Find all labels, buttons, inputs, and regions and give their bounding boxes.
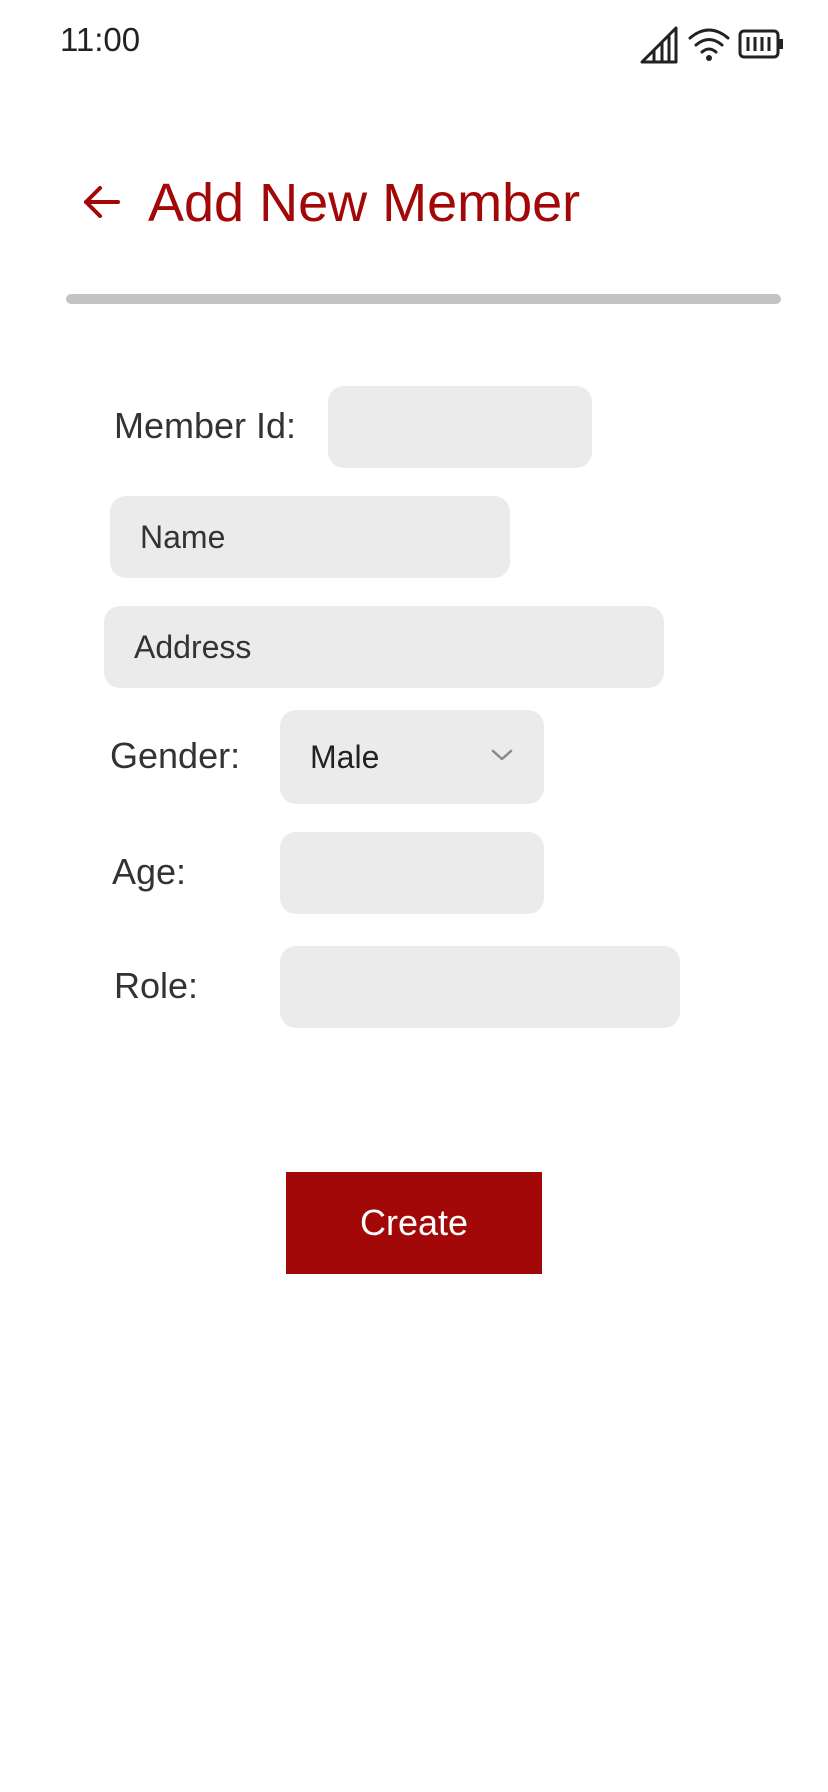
chevron-down-icon	[490, 747, 514, 768]
page-title: Add New Member	[148, 173, 581, 233]
battery-icon	[738, 29, 784, 59]
gender-label: Gender:	[110, 735, 241, 776]
status-time: 11:00	[60, 21, 141, 58]
signal-icon	[640, 24, 680, 64]
age-label: Age:	[112, 851, 187, 892]
gender-select[interactable]: Male	[280, 710, 544, 804]
header-divider	[66, 294, 781, 304]
address-input[interactable]	[104, 606, 664, 688]
age-input[interactable]	[280, 832, 544, 914]
role-label: Role:	[114, 965, 199, 1006]
member-id-input[interactable]	[328, 386, 592, 468]
member-id-label: Member Id:	[114, 405, 297, 446]
role-input[interactable]	[280, 946, 680, 1028]
create-button[interactable]: Create	[286, 1172, 542, 1274]
arrow-left-icon[interactable]	[80, 180, 124, 224]
status-icons	[640, 24, 784, 64]
name-input[interactable]	[110, 496, 510, 578]
wifi-icon	[688, 26, 730, 62]
gender-selected-value: Male	[310, 738, 380, 775]
